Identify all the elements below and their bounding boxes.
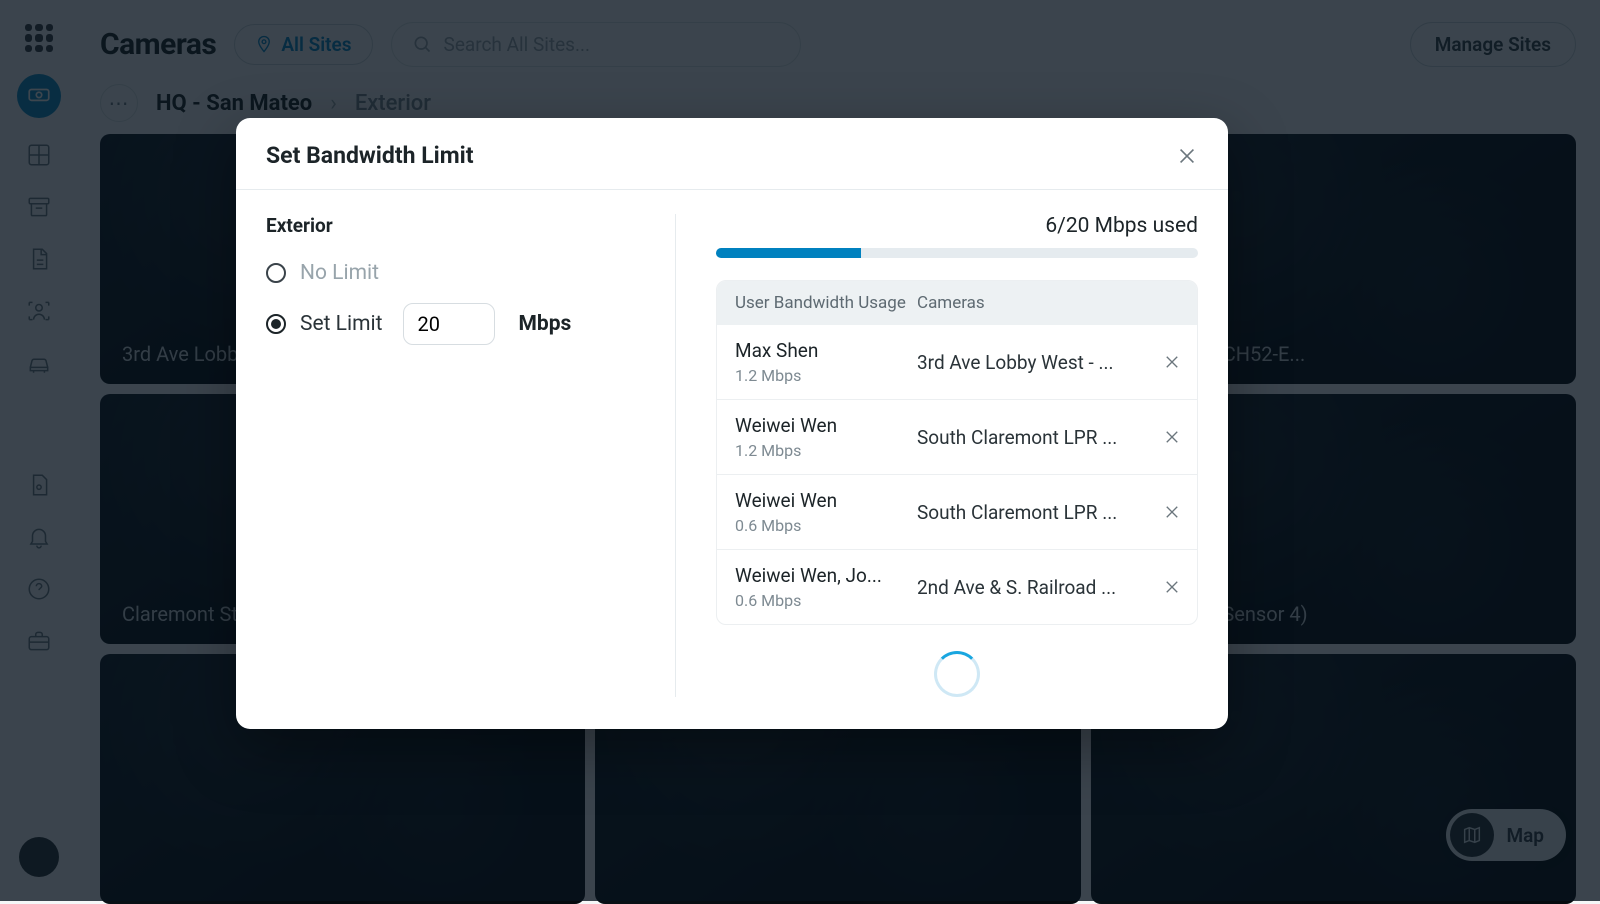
row-remove-icon[interactable]: [1147, 503, 1197, 521]
th-user: User Bandwidth Usage: [717, 293, 917, 313]
modal-section-label: Exterior: [266, 214, 645, 237]
row-remove-icon[interactable]: [1147, 578, 1197, 596]
usage-progress-fill: [716, 248, 861, 258]
cell-user: Weiwei Wen 0.6 Mbps: [717, 489, 917, 535]
user-rate: 1.2 Mbps: [735, 366, 917, 385]
limit-input[interactable]: [403, 303, 495, 345]
user-rate: 0.6 Mbps: [735, 516, 917, 535]
user-rate: 0.6 Mbps: [735, 591, 917, 610]
close-icon[interactable]: [1176, 145, 1198, 167]
cell-user: Weiwei Wen 1.2 Mbps: [717, 414, 917, 460]
cell-user: Weiwei Wen, Jo... 0.6 Mbps: [717, 564, 917, 610]
user-rate: 1.2 Mbps: [735, 441, 917, 460]
cell-camera: 3rd Ave Lobby West - ...: [917, 351, 1147, 374]
radio-icon: [266, 263, 286, 283]
table-header: User Bandwidth Usage Cameras: [717, 281, 1197, 325]
radio-no-limit[interactable]: No Limit: [266, 261, 645, 285]
user-name: Weiwei Wen: [735, 414, 917, 437]
radio-no-limit-label: No Limit: [300, 261, 379, 285]
cell-camera: South Claremont LPR ...: [917, 501, 1147, 524]
loading-spinner-wrap: [716, 625, 1198, 697]
usage-table: User Bandwidth Usage Cameras Max Shen 1.2…: [716, 280, 1198, 625]
loading-spinner-icon: [934, 651, 980, 697]
modal-right-column: 6/20 Mbps used User Bandwidth Usage Came…: [676, 214, 1198, 697]
radio-set-limit-label: Set Limit: [300, 312, 383, 336]
row-remove-icon[interactable]: [1147, 353, 1197, 371]
radio-set-limit[interactable]: Set Limit Mbps: [266, 303, 645, 345]
table-row: Weiwei Wen 1.2 MbpsSouth Claremont LPR ..…: [717, 399, 1197, 474]
user-name: Weiwei Wen, Jo...: [735, 564, 917, 587]
table-row: Weiwei Wen, Jo... 0.6 Mbps2nd Ave & S. Ra…: [717, 549, 1197, 624]
user-name: Max Shen: [735, 339, 917, 362]
cell-user: Max Shen 1.2 Mbps: [717, 339, 917, 385]
table-row: Max Shen 1.2 Mbps3rd Ave Lobby West - ...: [717, 325, 1197, 399]
table-row: Weiwei Wen 0.6 MbpsSouth Claremont LPR ..…: [717, 474, 1197, 549]
th-cameras: Cameras: [917, 293, 1197, 313]
modal-left-column: Exterior No Limit Set Limit Mbps: [266, 214, 676, 697]
usage-text: 6/20 Mbps used: [1045, 214, 1198, 238]
limit-unit: Mbps: [519, 312, 572, 336]
bandwidth-modal: Set Bandwidth Limit Exterior No Limit Se…: [236, 118, 1228, 729]
modal-title: Set Bandwidth Limit: [266, 142, 474, 169]
radio-icon: [266, 314, 286, 334]
cell-camera: South Claremont LPR ...: [917, 426, 1147, 449]
row-remove-icon[interactable]: [1147, 428, 1197, 446]
usage-progress: [716, 248, 1198, 258]
cell-camera: 2nd Ave & S. Railroad ...: [917, 576, 1147, 599]
user-name: Weiwei Wen: [735, 489, 917, 512]
